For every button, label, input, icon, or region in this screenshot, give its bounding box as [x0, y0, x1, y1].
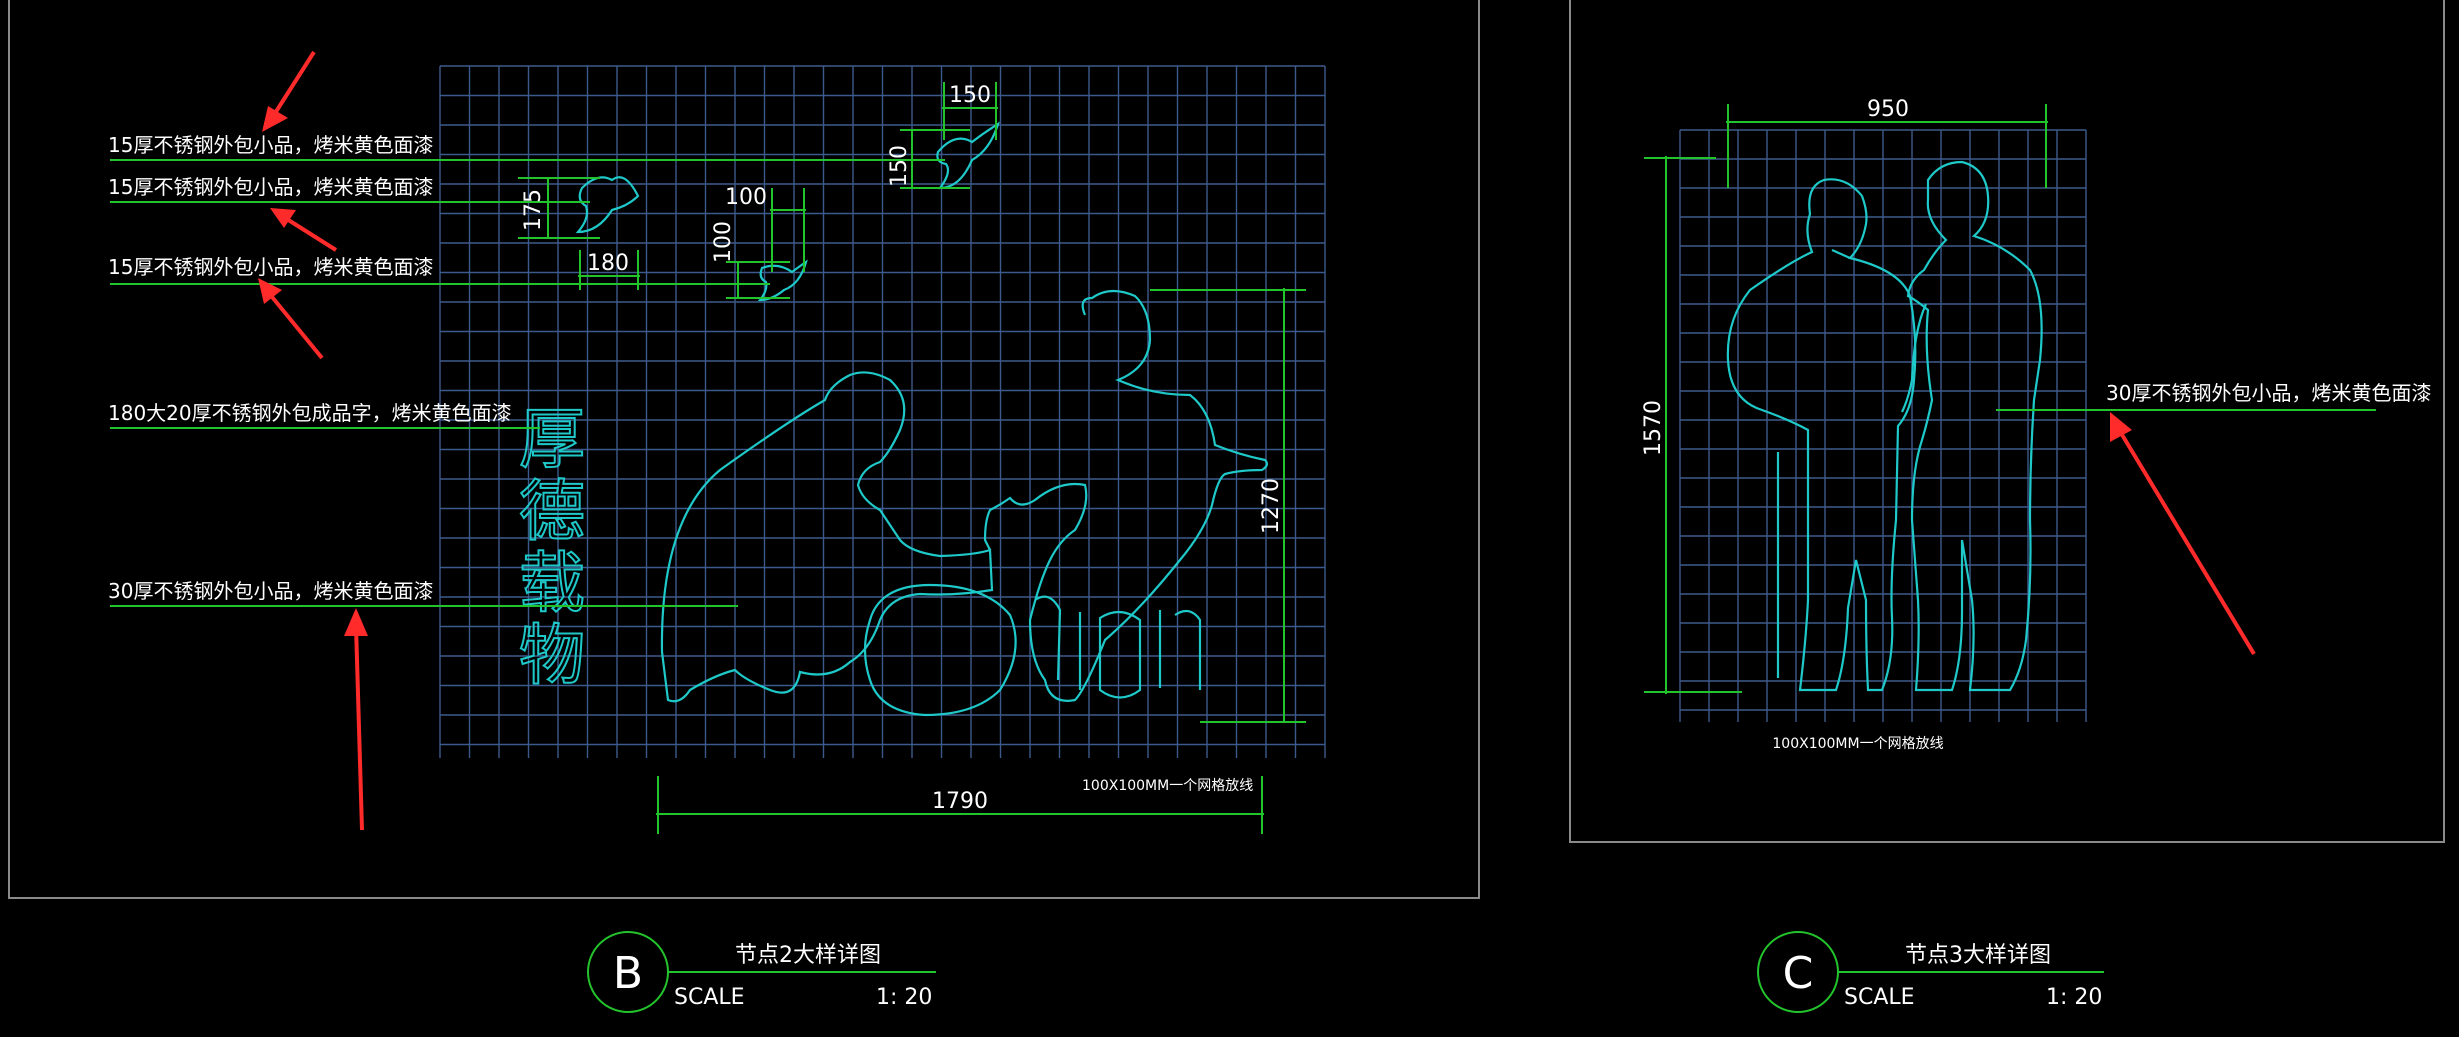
hat-brim	[1831, 248, 1851, 260]
red-arrow-1	[262, 50, 316, 132]
note-4: 180大20厚不锈钢外包成品字，烤米黄色面漆	[108, 401, 512, 425]
dim-height: 1270	[1259, 478, 1284, 534]
character-4: 物	[519, 617, 585, 694]
grid-note-b: 100X100MM一个网格放线	[1082, 778, 1253, 794]
dim-height-c: 1570	[1641, 400, 1666, 456]
scale-value-c: 1: 20	[2046, 985, 2102, 1010]
wheelchair-wheel-outline	[863, 583, 1017, 717]
note-1: 15厚不锈钢外包小品，烤米黄色面漆	[108, 133, 433, 157]
cad-drawing-sheet: 厚 德 载 物 15厚不锈钢外包小品，烤米黄色面漆 15厚不锈钢外包小品，烤米黄…	[8, 0, 2445, 1013]
grid-note-c: 100X100MM一个网格放线	[1772, 736, 1943, 752]
drawing-c: 950 1570 100X100MM一个网格放线 30厚不锈钢外包小品，烤米黄色…	[1641, 97, 2431, 1013]
title-b: 节点2大样详图	[735, 943, 881, 968]
title-block-b: B 节点2大样详图 SCALE 1: 20	[587, 931, 936, 1013]
note-3: 15厚不锈钢外包小品，烤米黄色面漆	[108, 255, 433, 279]
red-arrow-c	[2110, 412, 2256, 656]
scale-label-b: SCALE	[674, 985, 745, 1010]
kneeling-figure-outline	[660, 371, 994, 703]
dim-bird1-height: 150	[887, 145, 912, 187]
note-2: 15厚不锈钢外包小品，烤米黄色面漆	[108, 175, 433, 199]
vertical-characters: 厚 德 载 物	[518, 400, 586, 695]
grid-c	[1679, 129, 2087, 722]
red-arrow-3	[258, 278, 324, 360]
viewport-frame-c	[1569, 0, 2445, 843]
red-arrow-4	[344, 608, 368, 831]
dim-bird2-width: 180	[587, 251, 629, 276]
note-c: 30厚不锈钢外包小品，烤米黄色面漆	[2106, 381, 2431, 405]
title-block-c: C 节点3大样详图 SCALE 1: 20	[1757, 931, 2104, 1013]
character-2: 德	[519, 473, 585, 550]
bird-outline-large	[936, 121, 1000, 190]
wheelchair-figure-outline	[983, 289, 1269, 702]
note-5: 30厚不锈钢外包小品，烤米黄色面漆	[108, 579, 433, 603]
figure-right-outline	[1906, 160, 2043, 692]
title-c: 节点3大样详图	[1905, 943, 2051, 968]
character-1: 厚	[519, 401, 585, 478]
label-b: B	[613, 948, 643, 999]
label-c: C	[1783, 948, 1814, 999]
dim-bird1-width: 150	[949, 83, 991, 108]
scale-label-c: SCALE	[1844, 985, 1915, 1010]
red-arrow-2	[270, 208, 338, 252]
dim-width-c: 950	[1867, 97, 1909, 122]
dim-bird3-width: 100	[725, 185, 767, 210]
drawing-b: 厚 德 载 物 15厚不锈钢外包小品，烤米黄色面漆 15厚不锈钢外包小品，烤米黄…	[108, 50, 1326, 1013]
scale-value-b: 1: 20	[876, 985, 932, 1010]
annotation-arrows-b	[258, 50, 368, 831]
character-3: 载	[519, 545, 585, 622]
dim-bird3-height: 100	[711, 221, 736, 263]
bird-outline-small	[757, 259, 808, 302]
dim-width: 1790	[932, 789, 988, 814]
figure-left-outline	[1726, 178, 1917, 692]
dim-bird2-height: 175	[521, 189, 546, 231]
